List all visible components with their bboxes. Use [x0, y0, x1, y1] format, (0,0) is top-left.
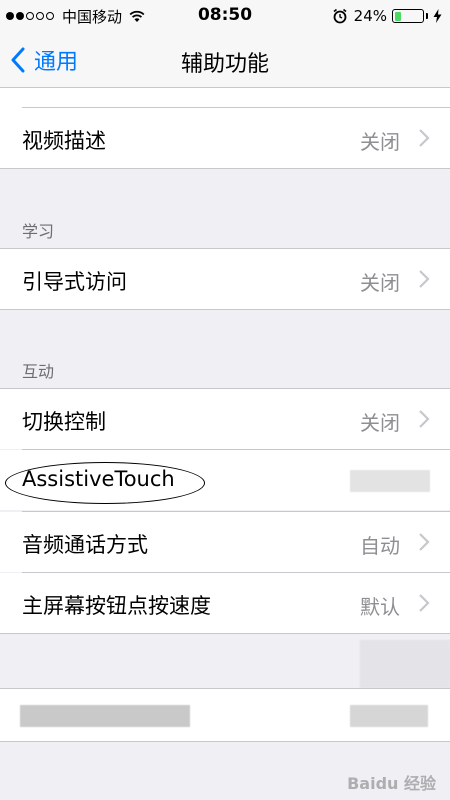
- battery-tip: [426, 13, 428, 19]
- row-value: 关闭: [360, 271, 400, 295]
- row-value: 默认: [360, 595, 400, 619]
- watermark-logo: Baidu 经验: [347, 774, 436, 793]
- battery-fill: [394, 11, 401, 21]
- highlight-ellipse: [5, 462, 205, 504]
- alarm-icon: [333, 8, 347, 24]
- navigation-bar: 通用 辅助功能: [0, 32, 450, 88]
- row-audio-call-routing[interactable]: 音频通话方式 自动: [0, 512, 450, 572]
- pixelated-area: [360, 640, 450, 688]
- chevron-right-icon: [419, 129, 430, 147]
- row-guided-access[interactable]: 引导式访问 关闭: [0, 249, 450, 309]
- status-bar: 中国移动 08:50 24%: [0, 0, 450, 32]
- row-label: 视频描述: [22, 129, 106, 153]
- pixelated-value: [350, 705, 428, 727]
- row-video-description[interactable]: 视频描述 关闭: [0, 108, 450, 168]
- section-header-interaction: 互动: [22, 362, 55, 381]
- chevron-right-icon: [419, 270, 430, 288]
- chevron-right-icon: [419, 533, 430, 551]
- row-label: 音频通话方式: [22, 533, 148, 557]
- row-label: 主屏幕按钮点按速度: [22, 594, 211, 618]
- pixelated-value: [350, 470, 430, 492]
- status-right: 24%: [332, 6, 442, 26]
- list-item-partial[interactable]: [0, 88, 450, 108]
- battery-percent: 24%: [353, 7, 387, 25]
- row-value: 关闭: [360, 130, 400, 154]
- row-value: 自动: [360, 534, 400, 558]
- charging-bolt-icon: [433, 9, 442, 23]
- row-obscured[interactable]: [0, 689, 450, 741]
- battery-icon: [392, 9, 424, 23]
- row-home-click-speed[interactable]: 主屏幕按钮点按速度 默认: [0, 573, 450, 633]
- row-value: 关闭: [360, 411, 400, 435]
- pixelated-label: [20, 705, 190, 727]
- section-separator: [0, 741, 450, 742]
- row-switch-control[interactable]: 切换控制 关闭: [0, 389, 450, 449]
- page-title: 辅助功能: [180, 52, 269, 77]
- section-separator: [0, 633, 450, 634]
- section-header-learning: 学习: [22, 222, 55, 241]
- row-label: 切换控制: [22, 410, 106, 434]
- section-separator: [0, 168, 450, 169]
- section-separator: [0, 309, 450, 310]
- row-label: 引导式访问: [22, 270, 127, 294]
- chevron-right-icon: [419, 594, 430, 612]
- chevron-right-icon: [419, 410, 430, 428]
- screen: 中国移动 08:50 24% 通用 辅助功能 视频描述 关闭 学习 引导式访问 …: [0, 0, 450, 800]
